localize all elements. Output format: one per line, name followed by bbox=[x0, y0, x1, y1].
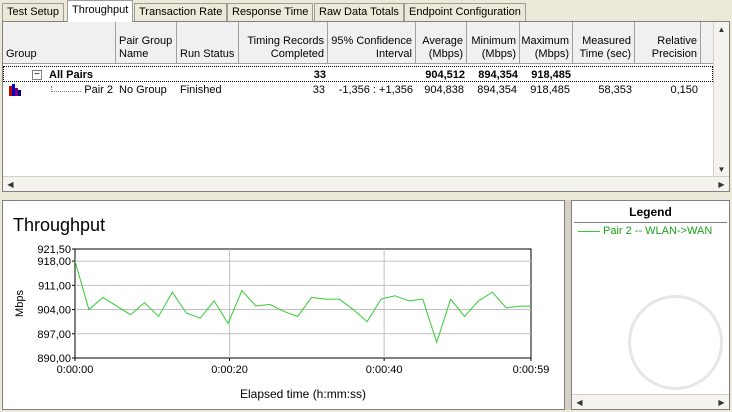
scroll-right-icon[interactable]: ▶ bbox=[714, 395, 729, 409]
timing-records-cell: 33 bbox=[312, 84, 325, 96]
legend-divider bbox=[574, 222, 727, 223]
x-tick-label: 0:00:00 bbox=[57, 364, 94, 376]
legend-swatch bbox=[578, 230, 600, 232]
watermark-logo bbox=[628, 295, 723, 390]
x-tick-label: 0:00:59 bbox=[513, 364, 550, 376]
timing-records-cell: 33 bbox=[313, 69, 326, 81]
pair-bar-chart-icon bbox=[9, 84, 21, 96]
legend-label: Pair 2 -- WLAN->WAN bbox=[603, 225, 713, 237]
legend-horizontal-scrollbar[interactable]: ◀ ▶ bbox=[572, 394, 729, 409]
table-row-all-pairs[interactable]: − All Pairs 33 904,512 894,354 918,485 bbox=[3, 66, 713, 82]
header-measured-time[interactable]: Measured Time (sec) bbox=[573, 22, 635, 64]
header-pair-group-name[interactable]: Pair Group Name bbox=[116, 22, 177, 64]
header-filler bbox=[701, 22, 713, 64]
tab-transaction-rate[interactable]: Transaction Rate bbox=[134, 3, 228, 21]
confidence-cell: -1,356 : +1,356 bbox=[338, 84, 413, 96]
pair-name-cell: Pair 2 bbox=[84, 84, 113, 96]
header-minimum[interactable]: Minimum (Mbps) bbox=[467, 22, 520, 64]
scroll-left-icon[interactable]: ◀ bbox=[3, 177, 18, 191]
header-timing-records[interactable]: Timing Records Completed bbox=[239, 22, 328, 64]
average-cell: 904,838 bbox=[424, 84, 464, 96]
scroll-left-icon[interactable]: ◀ bbox=[572, 395, 587, 409]
pair-group-name-cell: No Group bbox=[119, 84, 167, 96]
tab-endpoint-configuration[interactable]: Endpoint Configuration bbox=[404, 3, 526, 21]
maximum-cell: 918,485 bbox=[530, 84, 570, 96]
y-tick-label: 911,00 bbox=[38, 280, 71, 292]
collapse-icon[interactable]: − bbox=[32, 70, 42, 80]
table-row-pair-2[interactable]: Pair 2 No Group Finished 33 -1,356 : +1,… bbox=[3, 82, 713, 98]
maximum-cell: 918,485 bbox=[531, 69, 571, 81]
horizontal-scrollbar[interactable]: ◀ ▶ bbox=[3, 176, 729, 191]
throughput-chart-panel: Throughput 921,50 918,00 911,00 904,00 897,0… bbox=[2, 200, 565, 410]
y-tick-label: 897,00 bbox=[37, 329, 71, 341]
y-tick-label: 921,50 bbox=[37, 244, 71, 256]
x-tick-label: 0:00:40 bbox=[366, 364, 403, 376]
y-axis-label: Mbps bbox=[14, 290, 26, 317]
header-run-status[interactable]: Run Status bbox=[177, 22, 239, 64]
legend-entry[interactable]: Pair 2 -- WLAN->WAN bbox=[578, 225, 712, 237]
header-group[interactable]: Group bbox=[3, 22, 116, 64]
scroll-up-icon[interactable]: ▲ bbox=[714, 22, 729, 37]
header-relative-precision[interactable]: Relative Precision bbox=[635, 22, 701, 64]
measured-time-cell: 58,353 bbox=[598, 84, 632, 96]
tab-response-time[interactable]: Response Time bbox=[227, 3, 314, 21]
y-tick-label: 918,00 bbox=[37, 256, 71, 268]
group-cell: All Pairs bbox=[49, 69, 94, 81]
vertical-scrollbar[interactable]: ▲ ▼ bbox=[713, 22, 729, 177]
scroll-down-icon[interactable]: ▼ bbox=[714, 162, 729, 177]
legend-title: Legend bbox=[629, 205, 672, 219]
header-confidence-interval[interactable]: 95% Confidence Interval bbox=[328, 22, 416, 64]
minimum-cell: 894,354 bbox=[477, 84, 517, 96]
results-grid: Group Pair Group Name Run Status Timing … bbox=[2, 21, 730, 192]
tab-raw-data-totals[interactable]: Raw Data Totals bbox=[314, 3, 404, 21]
tab-test-setup[interactable]: Test Setup bbox=[2, 3, 64, 21]
x-tick-label: 0:00:20 bbox=[211, 364, 248, 376]
tab-bar: Test Setup Throughput Transaction Rate R… bbox=[0, 0, 732, 22]
throughput-chart: 921,50918,00911,00904,00897,00890,000:00… bbox=[14, 244, 550, 401]
x-axis-label: Elapsed time (h:mm:ss) bbox=[240, 387, 366, 401]
run-status-cell: Finished bbox=[180, 84, 222, 96]
average-cell: 904,512 bbox=[425, 69, 465, 81]
header-average[interactable]: Average (Mbps) bbox=[416, 22, 467, 64]
minimum-cell: 894,354 bbox=[478, 69, 518, 81]
relative-precision-cell: 0,150 bbox=[670, 84, 698, 96]
y-tick-label: 904,00 bbox=[37, 305, 71, 317]
header-maximum[interactable]: Maximum (Mbps) bbox=[520, 22, 573, 64]
scroll-right-icon[interactable]: ▶ bbox=[714, 177, 729, 191]
tab-throughput[interactable]: Throughput bbox=[67, 0, 134, 22]
